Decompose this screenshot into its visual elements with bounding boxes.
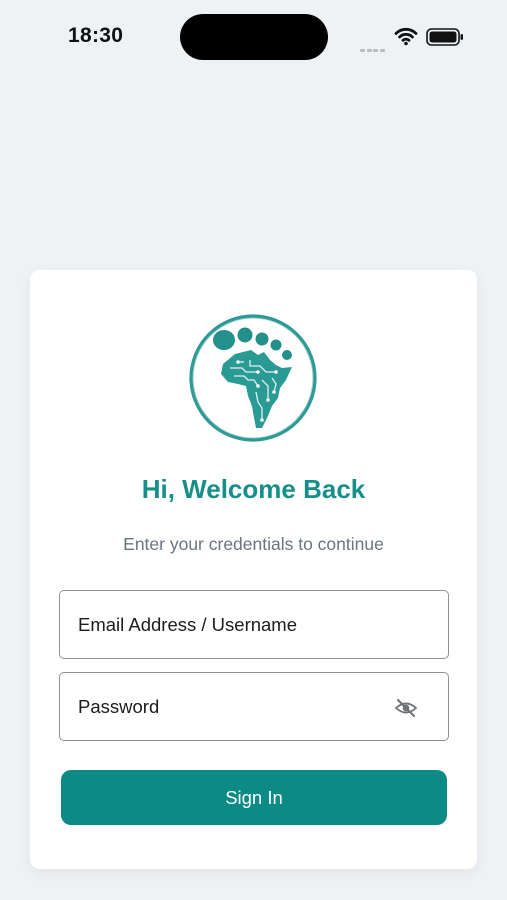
sign-in-button[interactable]: Sign In: [61, 770, 447, 825]
status-bar: 18:30: [0, 0, 507, 72]
wifi-icon: [394, 27, 418, 46]
status-icons: [358, 26, 468, 52]
dynamic-island: [180, 14, 328, 60]
email-field[interactable]: [59, 590, 449, 659]
email-input[interactable]: [78, 591, 398, 658]
status-time: 18:30: [68, 24, 124, 47]
africa-footprint-logo: [189, 314, 317, 442]
eye-off-icon[interactable]: [394, 697, 418, 719]
battery-icon: [426, 28, 463, 46]
password-field[interactable]: [59, 672, 449, 741]
welcome-title: Hi, Welcome Back: [141, 474, 366, 504]
signal-dots-icon: [360, 39, 386, 57]
password-input[interactable]: [78, 673, 398, 740]
welcome-subtitle: Enter your credentials to continue: [123, 534, 384, 554]
login-card: Hi, Welcome Back Enter your credentials …: [30, 270, 477, 869]
